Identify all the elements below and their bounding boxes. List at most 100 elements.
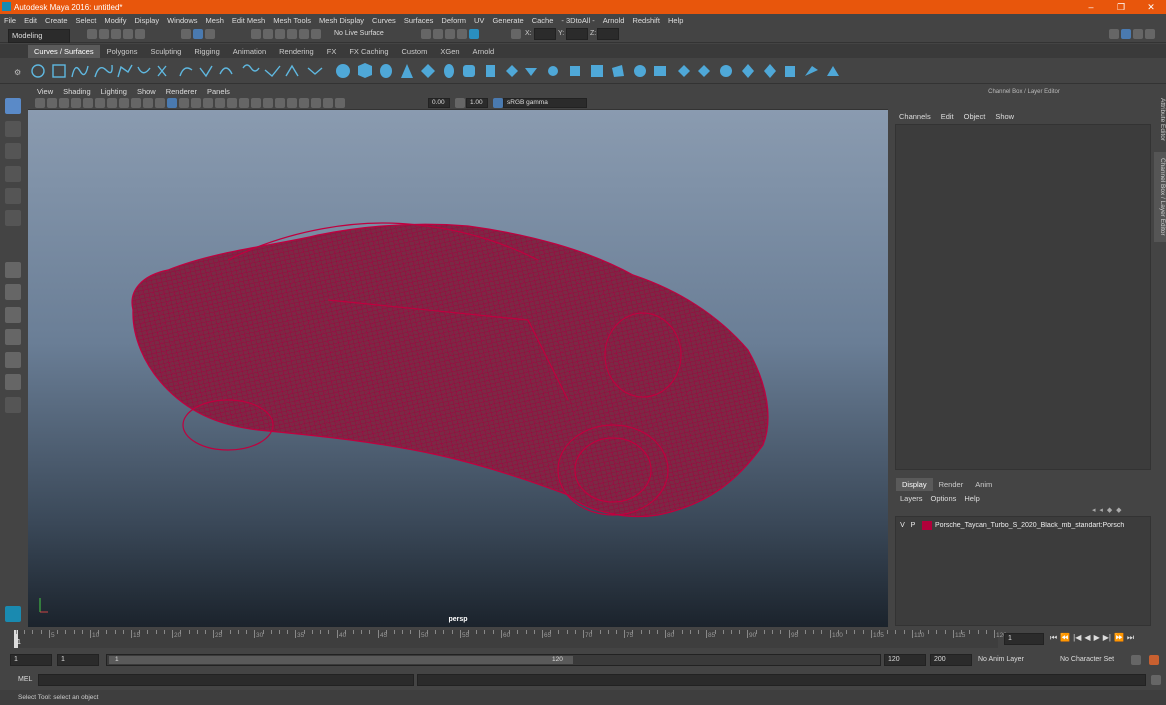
snap-surface-icon[interactable] [299,29,309,39]
render-frame-icon[interactable] [421,29,431,39]
persp-graph-layout-icon[interactable] [5,329,21,345]
layer-row[interactable]: V P Porsche_Taycan_Turbo_S_2020_Black_mb… [898,520,1150,531]
move-layer-down-icon[interactable]: ◂ [1099,507,1103,514]
exposure-icon[interactable] [335,98,345,108]
backface-culling-icon[interactable] [323,98,333,108]
snap-curve-icon[interactable] [263,29,273,39]
lasso-tool-icon[interactable] [5,121,21,137]
smooth-shade-icon[interactable] [179,98,189,108]
custom-layout-icon[interactable] [5,397,21,413]
channel-box-toggle-icon[interactable] [1121,29,1131,39]
viewport-menu-lighting[interactable]: Lighting [96,87,132,96]
menu-curves[interactable]: Curves [368,16,400,25]
shadows-icon[interactable] [227,98,237,108]
mel-label[interactable]: MEL [18,676,32,683]
select-component-icon[interactable] [205,29,215,39]
playback-end-input[interactable]: 120 [884,654,926,666]
tool-settings-icon[interactable] [1133,29,1143,39]
arnold-render-icon[interactable] [469,29,479,39]
shelf-tab-fx[interactable]: FX [321,45,343,58]
menu-create[interactable]: Create [41,16,72,25]
play-forwards-button[interactable]: ▶ [1094,633,1100,643]
maximize-button[interactable]: ❐ [1106,0,1136,14]
x-input[interactable] [534,28,556,40]
select-hierarchy-icon[interactable] [181,29,191,39]
shelf-tab-arnold[interactable]: Arnold [467,45,501,58]
safe-action-icon[interactable] [143,98,153,108]
depth-of-field-icon[interactable] [275,98,285,108]
playback-start-input[interactable]: 1 [57,654,99,666]
new-layer-icon[interactable]: ◆ [1107,507,1112,514]
field-chart-icon[interactable] [131,98,141,108]
input-mode-icon[interactable] [511,29,521,39]
range-slider-bar[interactable] [109,656,573,664]
command-input[interactable] [38,674,414,686]
animation-end-input[interactable]: 200 [930,654,972,666]
live-surface-label[interactable]: No Live Surface [334,30,384,37]
new-scene-icon[interactable] [87,29,97,39]
layer-menu-layers[interactable]: Layers [900,494,923,503]
new-layer-selected-icon[interactable]: ◆ [1116,507,1121,514]
step-forward-key-button[interactable]: ⏩ [1114,633,1124,643]
snap-grid-icon[interactable] [251,29,261,39]
character-set-dropdown[interactable]: No Character Set [1060,656,1114,663]
menu-arnold[interactable]: Arnold [599,16,629,25]
layer-playback-toggle[interactable]: P [907,522,919,529]
layer-menu-help[interactable]: Help [964,494,979,503]
open-scene-icon[interactable] [99,29,109,39]
xray-icon[interactable] [299,98,309,108]
menu-redshift[interactable]: Redshift [628,16,664,25]
exposure-input[interactable]: 0.00 [428,98,450,108]
attribute-editor-toggle-icon[interactable] [1145,29,1155,39]
resolution-gate-icon[interactable] [107,98,117,108]
viewport-menu-renderer[interactable]: Renderer [161,87,202,96]
range-slider[interactable]: 1 120 [106,654,881,666]
go-to-end-button[interactable]: ⏭ [1127,633,1134,643]
snap-magnet-icon[interactable] [311,29,321,39]
ipr-render-icon[interactable] [433,29,443,39]
redo-icon[interactable] [135,29,145,39]
animation-start-input[interactable]: 1 [10,654,52,666]
view-transform-dropdown[interactable]: sRGB gamma [503,98,587,108]
channel-menu-show[interactable]: Show [990,112,1019,124]
shelf-tab-rigging[interactable]: Rigging [188,45,225,58]
menu-file[interactable]: File [0,16,20,25]
menu-set-dropdown[interactable]: Modeling [8,29,70,43]
time-slider-track[interactable]: 1 5 10 15 20 25 30 35 40 45 50 55 60 65 70 75 80 85 90 95 1… [14,630,1007,648]
gate-mask-icon[interactable] [119,98,129,108]
four-view-layout-icon[interactable] [5,284,21,300]
z-input[interactable] [597,28,619,40]
layer-tab-anim[interactable]: Anim [969,478,998,491]
viewport-menu-panels[interactable]: Panels [202,87,235,96]
viewport-menu-view[interactable]: View [32,87,58,96]
shelf-tab-curves-surfaces[interactable]: Curves / Surfaces [28,45,100,58]
current-frame-input[interactable]: 1 [1004,633,1044,645]
menu-modify[interactable]: Modify [100,16,130,25]
grid-toggle-icon[interactable] [83,98,93,108]
outliner-layout-icon[interactable] [5,374,21,390]
shelf-tab-rendering[interactable]: Rendering [273,45,320,58]
wireframe-on-shaded-icon[interactable] [191,98,201,108]
bookmark-icon[interactable] [59,98,69,108]
channel-box-area[interactable] [895,124,1151,470]
shelf-tab-xgen[interactable]: XGen [434,45,465,58]
gamma-input[interactable]: 1.00 [466,98,488,108]
camera-attributes-icon[interactable] [47,98,57,108]
paint-select-tool-icon[interactable] [5,143,21,159]
channel-menu-channels[interactable]: Channels [894,112,936,124]
menu-cache[interactable]: Cache [528,16,558,25]
persp-outliner-layout-icon[interactable] [5,352,21,368]
layer-visibility-toggle[interactable]: V [898,522,907,529]
select-tool-icon[interactable] [5,98,21,114]
step-back-frame-button[interactable]: |◀ [1073,633,1081,643]
step-back-key-button[interactable]: ⏪ [1060,633,1070,643]
go-to-start-button[interactable]: ⏮ [1050,633,1057,643]
menu-surfaces[interactable]: Surfaces [400,16,438,25]
shelf-tab-fx-caching[interactable]: FX Caching [343,45,394,58]
safe-title-icon[interactable] [155,98,165,108]
use-all-lights-icon[interactable] [215,98,225,108]
menu-windows[interactable]: Windows [163,16,201,25]
film-gate-icon[interactable] [95,98,105,108]
layer-tab-render[interactable]: Render [933,478,970,491]
motion-blur-icon[interactable] [251,98,261,108]
